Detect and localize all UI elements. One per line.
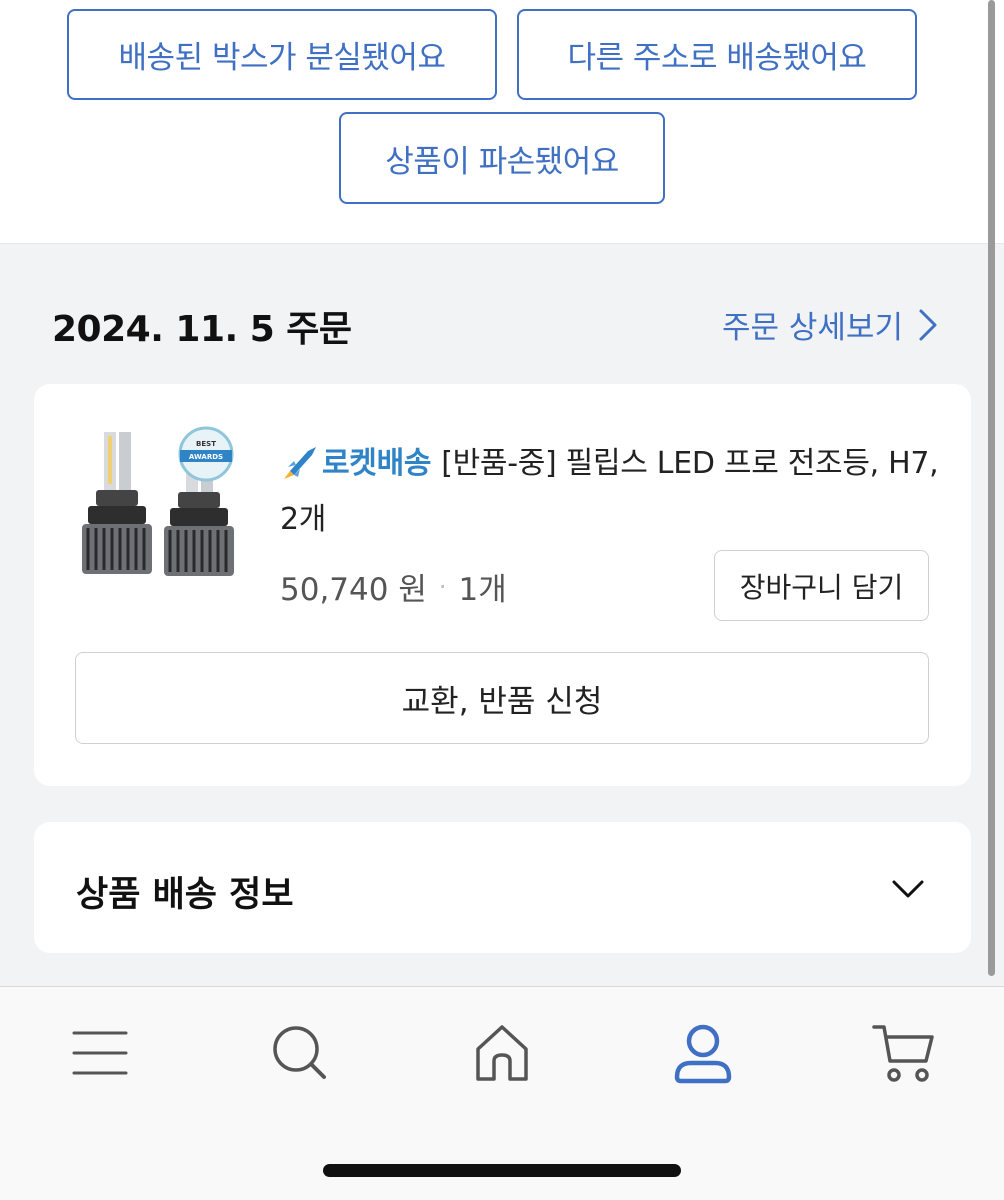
order-date: 2024. 11. 5 주문 (52, 309, 352, 350)
home-indicator[interactable] (323, 1164, 681, 1177)
product-card: BEST AWARDS 로켓배송 [반품-중] 필립스 LED 프로 전조등, H… (34, 384, 971, 786)
product-thumbnail[interactable]: BEST AWARDS (74, 422, 244, 592)
price-separator: · (438, 572, 447, 601)
shipping-info-title: 상품 배송 정보 (76, 875, 294, 915)
damaged-button[interactable]: 상품이 파손됐어요 (339, 112, 665, 204)
svg-text:AWARDS: AWARDS (189, 453, 223, 461)
order-detail-link[interactable]: 주문 상세보기 (722, 302, 939, 347)
svg-text:BEST: BEST (196, 440, 216, 448)
menu-icon[interactable] (68, 1021, 132, 1085)
reason-section: 배송된 박스가 분실됐어요 다른 주소로 배송됐어요 상품이 파손됐어요 (0, 0, 1004, 244)
product-price: 50,740 원 (280, 572, 427, 608)
search-icon[interactable] (268, 1021, 332, 1085)
home-icon[interactable] (470, 1021, 534, 1085)
exchange-return-button[interactable]: 교환, 반품 신청 (75, 652, 929, 744)
chevron-right-icon (919, 309, 937, 340)
user-icon[interactable] (671, 1021, 735, 1085)
wrong-address-button[interactable]: 다른 주소로 배송됐어요 (517, 9, 917, 100)
rocket-delivery-label: 로켓배송 (322, 446, 432, 481)
add-to-cart-button[interactable]: 장바구니 담기 (714, 550, 929, 621)
scrollbar[interactable] (988, 0, 995, 976)
product-title-block[interactable]: 로켓배송 [반품-중] 필립스 LED 프로 전조등, H7, 2개 (280, 436, 940, 548)
rocket-icon (284, 447, 316, 479)
order-detail-label: 주문 상세보기 (722, 310, 903, 346)
lost-box-button[interactable]: 배송된 박스가 분실됐어요 (67, 9, 497, 100)
chevron-down-icon (892, 880, 924, 898)
shipping-info-card[interactable]: 상품 배송 정보 (34, 822, 971, 953)
price-line: 50,740 원 · 1개 (280, 564, 507, 609)
cart-icon[interactable] (872, 1021, 936, 1085)
product-quantity: 1개 (458, 572, 507, 608)
